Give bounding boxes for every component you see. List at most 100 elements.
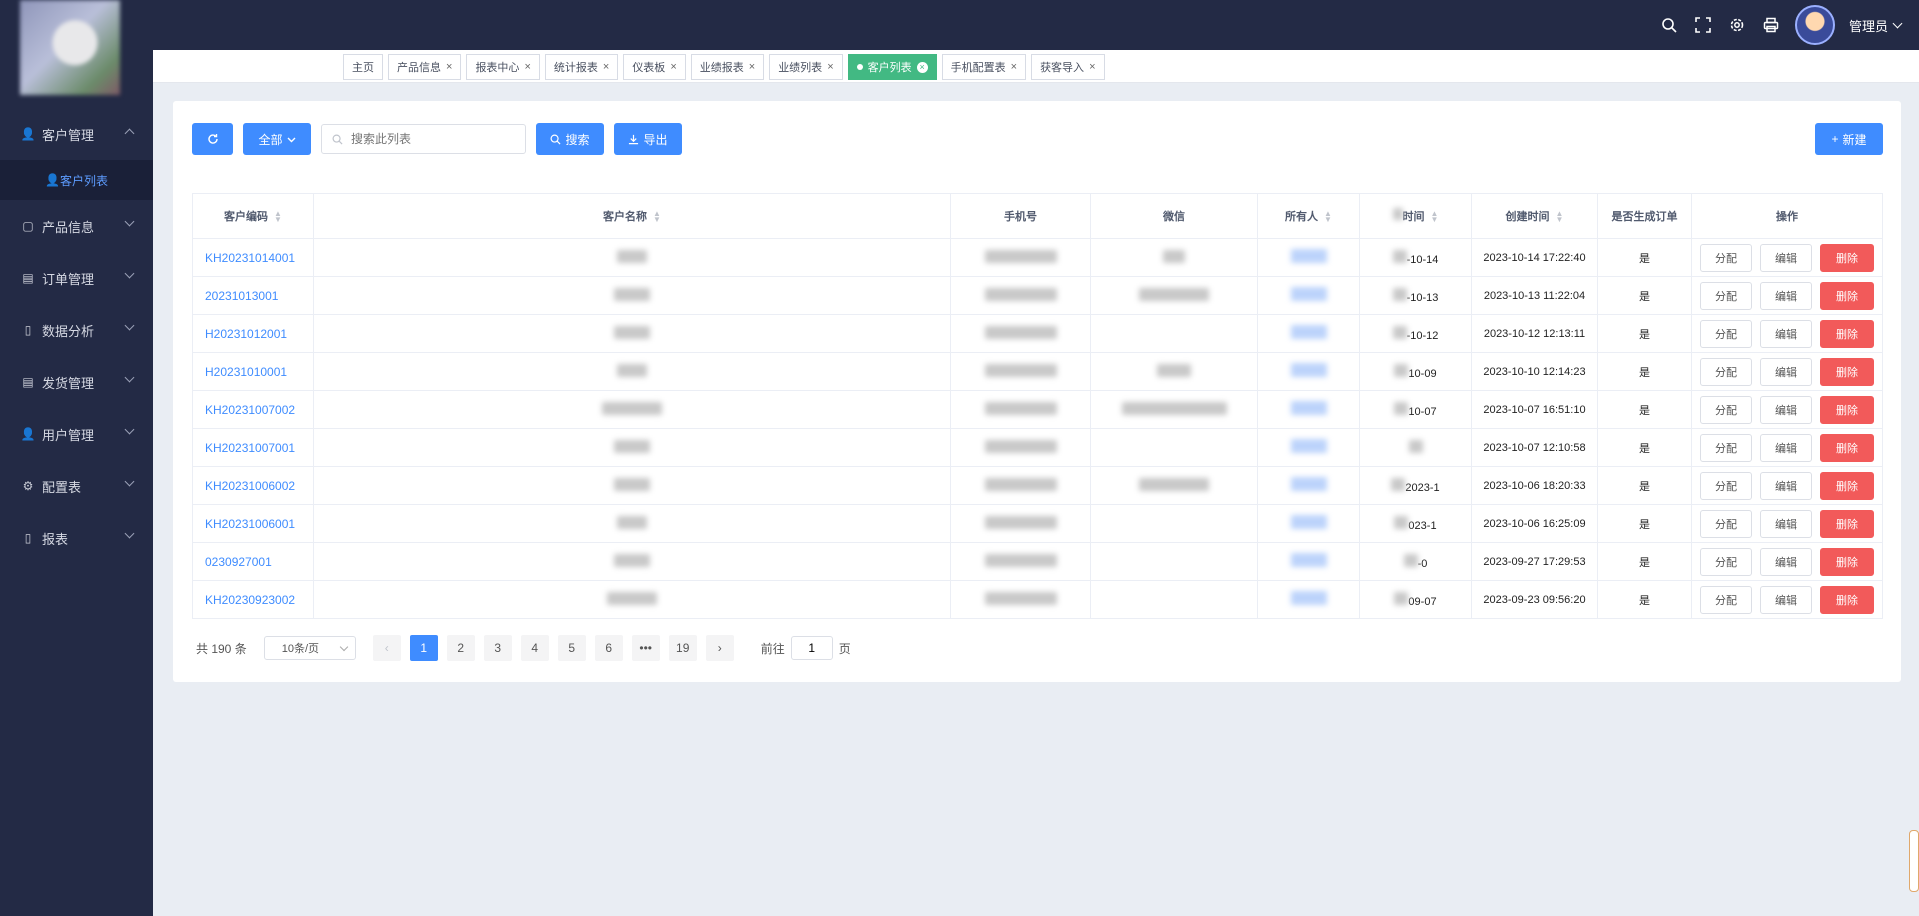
customer-code-link[interactable]: 0230927001: [192, 542, 314, 581]
sidebar-item-orders[interactable]: ▤ 订单管理: [0, 252, 153, 304]
customer-code-link[interactable]: KH20231007002: [192, 390, 314, 429]
page-button[interactable]: 2: [446, 635, 475, 661]
delete-button[interactable]: 删除: [1820, 395, 1874, 424]
delete-button[interactable]: 删除: [1820, 281, 1874, 310]
edit-button[interactable]: 编辑: [1760, 547, 1812, 576]
edit-button[interactable]: 编辑: [1760, 243, 1812, 272]
sidebar-item-customer[interactable]: 👤 客户管理: [0, 108, 153, 160]
customer-code-link[interactable]: H20231010001: [192, 352, 314, 391]
col-header-code[interactable]: 客户编码 ▲ ▼: [192, 193, 314, 239]
sidebar-subitem-customer-list[interactable]: 👤 客户列表: [0, 160, 153, 200]
edit-button[interactable]: 编辑: [1760, 471, 1812, 500]
assign-button[interactable]: 分配: [1700, 433, 1752, 462]
edit-button[interactable]: 编辑: [1760, 433, 1812, 462]
sidebar-item-product[interactable]: ▢ 产品信息: [0, 200, 153, 252]
user-menu[interactable]: 管理员: [1849, 16, 1903, 35]
assign-button[interactable]: 分配: [1700, 395, 1752, 424]
page-button[interactable]: 19: [668, 635, 697, 661]
page-size-select[interactable]: 10条/页: [263, 636, 356, 660]
assign-button[interactable]: 分配: [1700, 281, 1752, 310]
filter-all-dropdown[interactable]: 全部: [243, 123, 311, 155]
fullscreen-icon[interactable]: [1693, 15, 1713, 35]
tab-performance-list[interactable]: 业绩列表 ×: [769, 54, 843, 80]
delete-button[interactable]: 删除: [1820, 243, 1874, 272]
edit-button[interactable]: 编辑: [1760, 357, 1812, 386]
next-page-button[interactable]: ›: [705, 635, 734, 661]
tab-phone-config[interactable]: 手机配置表 ×: [941, 54, 1027, 80]
tab-product[interactable]: 产品信息 ×: [388, 54, 462, 80]
assign-button[interactable]: 分配: [1700, 319, 1752, 348]
edit-button[interactable]: 编辑: [1760, 319, 1812, 348]
col-header-created[interactable]: 创建时间 ▲ ▼: [1471, 193, 1598, 239]
close-icon[interactable]: ×: [1011, 61, 1017, 73]
col-header-name[interactable]: 客户名称 ▲ ▼: [313, 193, 951, 239]
col-header-owner[interactable]: 所有人 ▲ ▼: [1257, 193, 1360, 239]
tab-lead-import[interactable]: 获客导入 ×: [1031, 54, 1105, 80]
customer-code-link[interactable]: KH20231014001: [192, 238, 314, 277]
page-button[interactable]: 4: [520, 635, 549, 661]
close-icon[interactable]: ×: [603, 61, 609, 73]
tab-customer-list[interactable]: 客户列表 ×: [847, 54, 937, 80]
tab-dashboard[interactable]: 仪表板 ×: [623, 54, 686, 80]
delete-button[interactable]: 删除: [1820, 547, 1874, 576]
export-button[interactable]: 导出: [614, 123, 682, 155]
goto-page-input[interactable]: [790, 636, 833, 660]
edit-button[interactable]: 编辑: [1760, 395, 1812, 424]
tab-home[interactable]: 主页: [343, 54, 383, 80]
search-field[interactable]: [321, 124, 526, 154]
assign-button[interactable]: 分配: [1700, 547, 1752, 576]
search-icon[interactable]: [1659, 15, 1679, 35]
assign-button[interactable]: 分配: [1700, 243, 1752, 272]
customer-code-link[interactable]: H20231012001: [192, 314, 314, 353]
sort-icon[interactable]: ▲ ▼: [274, 210, 282, 224]
close-icon[interactable]: ×: [916, 61, 928, 73]
close-icon[interactable]: ×: [446, 61, 452, 73]
tab-stats-report[interactable]: 统计报表 ×: [544, 54, 619, 80]
sort-icon[interactable]: ▲ ▼: [653, 210, 661, 224]
page-button[interactable]: 6: [594, 635, 623, 661]
customer-code-link[interactable]: KH20230923002: [192, 580, 314, 619]
close-icon[interactable]: ×: [749, 61, 755, 73]
sidebar-item-users[interactable]: 👤 用户管理: [0, 408, 153, 460]
sort-icon[interactable]: ▲ ▼: [1556, 210, 1564, 224]
delete-button[interactable]: 删除: [1820, 509, 1874, 538]
sort-icon[interactable]: ▲ ▼: [1324, 210, 1332, 224]
page-button[interactable]: 3: [483, 635, 512, 661]
close-icon[interactable]: ×: [524, 61, 530, 73]
sidebar-item-config[interactable]: ⚙ 配置表: [0, 460, 153, 512]
delete-button[interactable]: 删除: [1820, 471, 1874, 500]
refresh-button[interactable]: [192, 123, 233, 155]
edit-button[interactable]: 编辑: [1760, 585, 1812, 614]
delete-button[interactable]: 删除: [1820, 319, 1874, 348]
close-icon[interactable]: ×: [827, 61, 833, 73]
page-button[interactable]: 5: [557, 635, 586, 661]
close-icon[interactable]: ×: [1089, 61, 1095, 73]
edit-button[interactable]: 编辑: [1760, 281, 1812, 310]
customer-code-link[interactable]: KH20231007001: [192, 428, 314, 467]
page-button[interactable]: 1: [409, 635, 438, 661]
gear-icon[interactable]: [1727, 15, 1747, 35]
assign-button[interactable]: 分配: [1700, 509, 1752, 538]
scrollbar[interactable]: [1909, 830, 1919, 892]
search-button[interactable]: 搜索: [536, 123, 604, 155]
customer-code-link[interactable]: KH20231006001: [192, 504, 314, 543]
tab-report-center[interactable]: 报表中心 ×: [466, 54, 540, 80]
print-icon[interactable]: [1761, 15, 1781, 35]
prev-page-button[interactable]: ‹: [372, 635, 401, 661]
more-pages-button[interactable]: •••: [631, 635, 660, 661]
sidebar-item-analytics[interactable]: ▯ 数据分析: [0, 304, 153, 356]
sort-icon[interactable]: ▲ ▼: [1431, 210, 1439, 224]
close-icon[interactable]: ×: [670, 61, 676, 73]
delete-button[interactable]: 删除: [1820, 433, 1874, 462]
customer-code-link[interactable]: KH20231006002: [192, 466, 314, 505]
avatar[interactable]: [1794, 5, 1835, 45]
customer-code-link[interactable]: 20231013001: [192, 276, 314, 315]
assign-button[interactable]: 分配: [1700, 585, 1752, 614]
edit-button[interactable]: 编辑: [1760, 509, 1812, 538]
sidebar-item-shipping[interactable]: ▤ 发货管理: [0, 356, 153, 408]
assign-button[interactable]: 分配: [1700, 471, 1752, 500]
search-input[interactable]: [349, 131, 503, 147]
sidebar-item-reports[interactable]: ▯ 报表: [0, 512, 153, 564]
delete-button[interactable]: 删除: [1820, 357, 1874, 386]
new-button[interactable]: + 新建: [1815, 123, 1883, 155]
